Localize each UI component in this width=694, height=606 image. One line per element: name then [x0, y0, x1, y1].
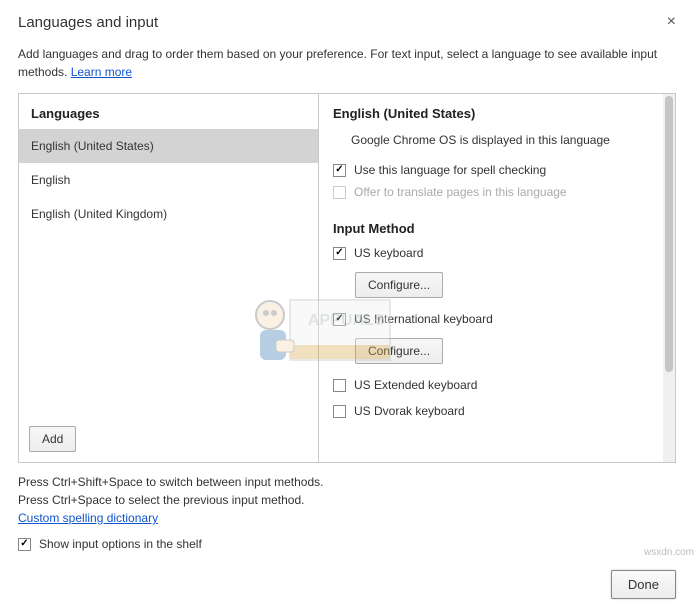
learn-more-link[interactable]: Learn more [71, 65, 132, 79]
input-method-row[interactable]: US Dvorak keyboard [333, 404, 649, 418]
language-item[interactable]: English (United Kingdom) [19, 197, 318, 231]
input-method-row[interactable]: US keyboard [333, 246, 649, 260]
input-method-label: US International keyboard [354, 312, 493, 326]
language-details-panel: English (United States) Google Chrome OS… [319, 94, 663, 462]
input-method-label: US Extended keyboard [354, 378, 477, 392]
footer-hints: Press Ctrl+Shift+Space to switch between… [18, 473, 676, 527]
shelf-label: Show input options in the shelf [39, 537, 202, 551]
input-method-checkbox[interactable] [333, 379, 346, 392]
translate-row: Offer to translate pages in this languag… [333, 185, 649, 199]
language-item[interactable]: English (United States) [19, 129, 318, 163]
dialog-title: Languages and input [18, 14, 158, 31]
shelf-option-row[interactable]: Show input options in the shelf [18, 537, 676, 551]
configure-button[interactable]: Configure... [355, 272, 443, 298]
dialog-subtitle: Add languages and drag to order them bas… [18, 45, 676, 81]
hint-line: Press Ctrl+Space to select the previous … [18, 491, 676, 509]
close-icon[interactable]: × [667, 14, 676, 30]
translate-label: Offer to translate pages in this languag… [354, 185, 567, 199]
spellcheck-checkbox[interactable] [333, 164, 346, 177]
translate-checkbox [333, 186, 346, 199]
input-method-checkbox[interactable] [333, 313, 346, 326]
shelf-checkbox[interactable] [18, 538, 31, 551]
input-method-checkbox[interactable] [333, 405, 346, 418]
done-button[interactable]: Done [611, 570, 676, 599]
input-method-row[interactable]: US International keyboard [333, 312, 649, 326]
input-method-row[interactable]: US Extended keyboard [333, 378, 649, 392]
hint-line: Press Ctrl+Shift+Space to switch between… [18, 473, 676, 491]
languages-panel: Languages English (United States) Englis… [19, 94, 319, 462]
display-language-msg: Google Chrome OS is displayed in this la… [351, 133, 649, 147]
selected-language-title: English (United States) [333, 106, 649, 121]
input-method-heading: Input Method [333, 221, 649, 236]
languages-heading: Languages [19, 94, 318, 129]
custom-dictionary-link[interactable]: Custom spelling dictionary [18, 511, 158, 525]
input-method-label: US Dvorak keyboard [354, 404, 465, 418]
scrollbar[interactable] [663, 94, 675, 462]
input-method-label: US keyboard [354, 246, 423, 260]
language-item[interactable]: English [19, 163, 318, 197]
image-credit: wsxdn.com [644, 547, 694, 558]
input-method-checkbox[interactable] [333, 247, 346, 260]
configure-button[interactable]: Configure... [355, 338, 443, 364]
spellcheck-row[interactable]: Use this language for spell checking [333, 163, 649, 177]
add-button[interactable]: Add [29, 426, 76, 452]
spellcheck-label: Use this language for spell checking [354, 163, 546, 177]
scroll-thumb[interactable] [665, 96, 673, 372]
